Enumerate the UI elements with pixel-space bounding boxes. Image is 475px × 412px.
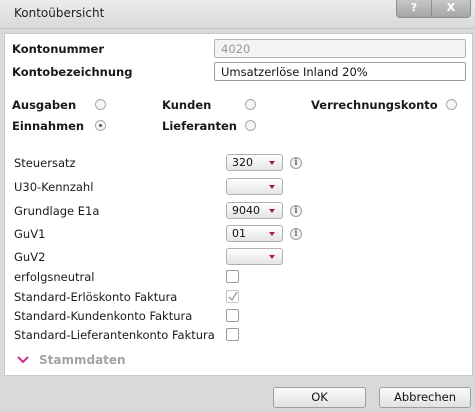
- radio-kunden[interactable]: [245, 99, 256, 110]
- account-number-label: Kontonummer: [12, 42, 105, 56]
- dropdown-arrow-icon: [269, 209, 275, 213]
- ok-button[interactable]: OK: [273, 387, 366, 408]
- account-name-field[interactable]: Umsatzerlöse Inland 20%: [214, 62, 466, 81]
- radio-label-kunden: Kunden: [162, 98, 212, 112]
- guv2-select[interactable]: [226, 248, 283, 265]
- field-label-guv1: GuV1: [14, 227, 46, 241]
- cancel-button[interactable]: Abbrechen: [379, 387, 471, 408]
- grundlage-e1a-select[interactable]: 9040: [226, 202, 283, 219]
- account-overview-dialog: Kontoübersicht ? X Kontonummer 4020 Kont…: [0, 0, 475, 412]
- u30-kennzahl-select[interactable]: [226, 178, 283, 195]
- standard-lieferantenkonto-checkbox[interactable]: [226, 328, 239, 341]
- info-icon[interactable]: i: [290, 205, 302, 217]
- radio-label-verrechnungskonto: Verrechnungskonto: [311, 98, 438, 112]
- radio-verrechnungskonto[interactable]: [446, 99, 457, 110]
- info-icon[interactable]: i: [290, 228, 302, 240]
- radio-label-einnahmen: Einnahmen: [12, 119, 85, 133]
- field-label-grundlage-e1a: Grundlage E1a: [14, 204, 100, 218]
- form-panel: Kontonummer 4020 Kontobezeichnung Umsatz…: [4, 33, 473, 376]
- chevron-down-icon[interactable]: [17, 356, 29, 364]
- field-label-guv2: GuV2: [14, 250, 46, 264]
- erfolgsneutral-checkbox[interactable]: [226, 270, 239, 283]
- guv1-select[interactable]: 01: [226, 225, 283, 242]
- info-icon[interactable]: i: [290, 157, 302, 169]
- radio-lieferanten[interactable]: [245, 120, 256, 131]
- steuersatz-value: 320: [232, 156, 253, 169]
- account-name-label: Kontobezeichnung: [12, 65, 133, 79]
- checkbox-label-standard-kundenkonto: Standard-Kundenkonto Faktura: [14, 309, 193, 323]
- grundlage-e1a-value: 9040: [232, 204, 260, 217]
- steuersatz-select[interactable]: 320: [226, 154, 283, 171]
- field-label-steuersatz: Steuersatz: [14, 156, 76, 170]
- title-bar[interactable]: Kontoübersicht ? X: [0, 0, 475, 29]
- radio-label-lieferanten: Lieferanten: [162, 119, 237, 133]
- help-button[interactable]: ?: [396, 0, 432, 18]
- standard-erloeskonto-checkbox[interactable]: [226, 290, 239, 303]
- close-button[interactable]: X: [431, 0, 471, 18]
- checkbox-label-erfolgsneutral: erfolgsneutral: [14, 270, 95, 284]
- checkmark-icon: [228, 291, 238, 302]
- dropdown-arrow-icon: [269, 161, 275, 165]
- guv1-value: 01: [232, 227, 246, 240]
- radio-einnahmen[interactable]: [95, 120, 106, 131]
- stammdaten-section-toggle[interactable]: Stammdaten: [39, 353, 126, 367]
- dropdown-arrow-icon: [269, 255, 275, 259]
- checkbox-label-standard-lieferantenkonto: Standard-Lieferantenkonto Faktura: [14, 328, 215, 342]
- account-number-field: 4020: [214, 39, 466, 58]
- standard-kundenkonto-checkbox[interactable]: [226, 309, 239, 322]
- dropdown-arrow-icon: [269, 232, 275, 236]
- radio-ausgaben[interactable]: [95, 99, 106, 110]
- dialog-title: Kontoübersicht: [14, 6, 105, 20]
- radio-label-ausgaben: Ausgaben: [12, 98, 77, 112]
- dropdown-arrow-icon: [269, 185, 275, 189]
- field-label-u30-kennzahl: U30-Kennzahl: [14, 180, 94, 194]
- checkbox-label-standard-erloeskonto: Standard-Erlöskonto Faktura: [14, 290, 178, 304]
